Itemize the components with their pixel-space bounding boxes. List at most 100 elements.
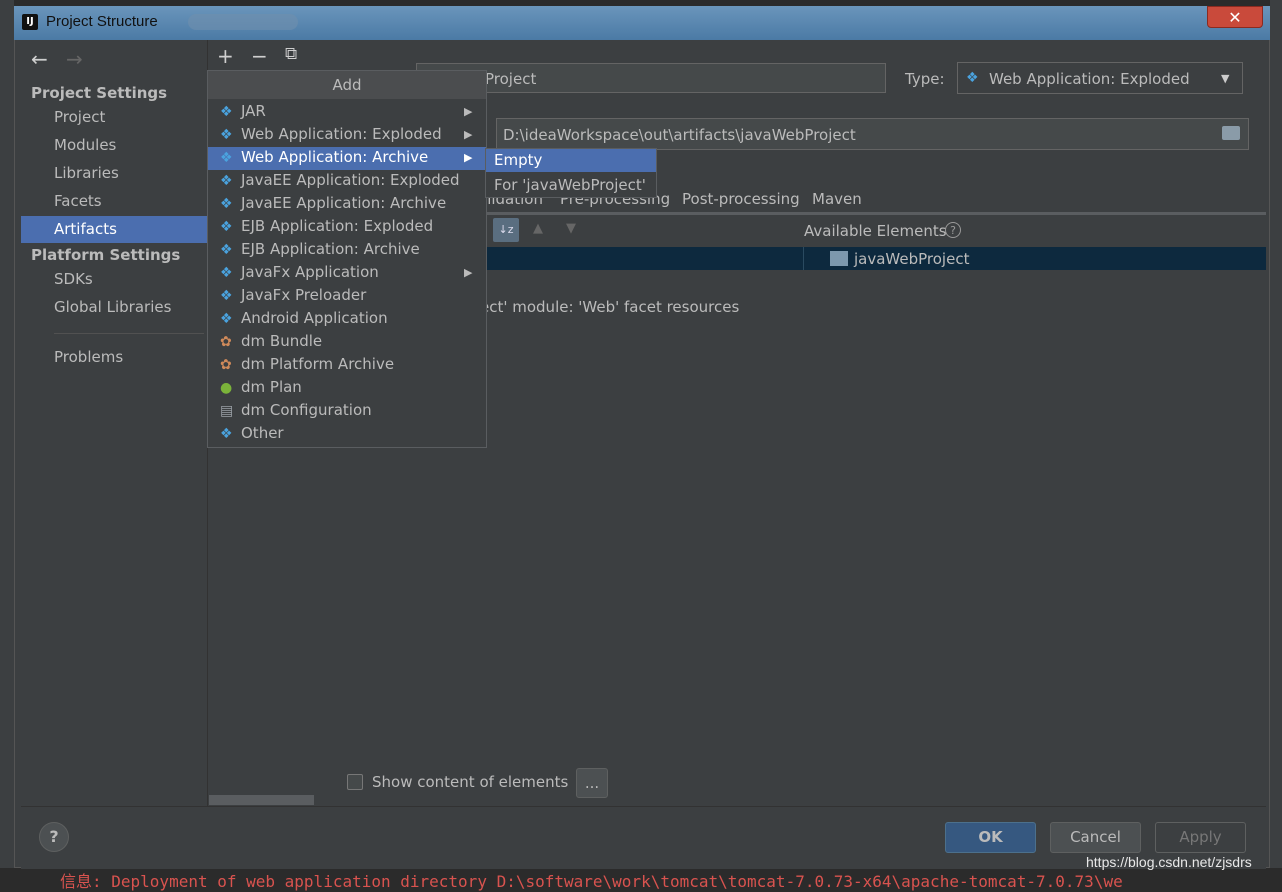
ejb-exploded-icon: ❖ xyxy=(220,219,233,235)
type-dropdown-value: Web Application: Exploded xyxy=(989,70,1190,88)
dm-bundle-icon: ✿ xyxy=(220,334,232,350)
module-folder-icon xyxy=(830,251,848,266)
add-menu-item-label: JavaFx Application xyxy=(241,263,379,281)
more-options-button[interactable]: ... xyxy=(576,768,608,798)
sidebar-item-problems[interactable]: Problems xyxy=(54,348,123,366)
add-menu-item[interactable]: ❖ EJB Application: Archive xyxy=(208,239,486,262)
submenu-arrow-icon: ▶ xyxy=(464,266,473,279)
add-menu-item[interactable]: ❖ JavaEE Application: Exploded xyxy=(208,170,486,193)
javafx-preloader-icon: ❖ xyxy=(220,288,233,304)
add-menu-item[interactable]: ❖ Web Application: Exploded ▶ xyxy=(208,124,486,147)
move-up-icon[interactable]: ▲ xyxy=(533,221,543,236)
sidebar-item-modules[interactable]: Modules xyxy=(54,136,116,154)
tree-divider xyxy=(803,247,804,270)
browse-folder-icon[interactable] xyxy=(1222,126,1240,140)
module-name[interactable]: javaWebProject xyxy=(854,250,969,268)
sidebar-item-sdks[interactable]: SDKs xyxy=(54,270,93,288)
add-menu-item-label: dm Bundle xyxy=(241,332,323,350)
javafx-icon: ❖ xyxy=(220,265,233,281)
add-menu-title: Add xyxy=(208,71,486,99)
add-menu-item-label: EJB Application: Archive xyxy=(241,240,420,258)
sidebar-item-project[interactable]: Project xyxy=(54,108,105,126)
submenu-arrow-icon: ▶ xyxy=(464,151,473,164)
add-menu-item[interactable]: ❖ Android Application xyxy=(208,308,486,331)
sidebar-item-artifacts[interactable]: Artifacts xyxy=(54,220,117,238)
move-down-icon[interactable]: ▼ xyxy=(566,221,576,236)
add-artifact-button[interactable]: + xyxy=(217,44,234,68)
type-label: Type: xyxy=(905,70,945,88)
help-icon[interactable]: ? xyxy=(945,222,961,238)
add-menu-item-label: JavaFx Preloader xyxy=(241,286,367,304)
web-app-icon: ❖ xyxy=(966,70,979,86)
submenu-arrow-icon: ▶ xyxy=(464,128,473,141)
dm-platform-icon: ✿ xyxy=(220,357,232,373)
output-directory-value: D:\ideaWorkspace\out\artifacts\javaWebPr… xyxy=(503,126,856,144)
facet-resources-item[interactable]: ect' module: 'Web' facet resources xyxy=(480,298,739,316)
back-arrow-icon[interactable]: ← xyxy=(31,47,48,71)
submenu-item-label: For 'javaWebProject' xyxy=(494,176,646,194)
close-icon: ✕ xyxy=(1228,8,1242,27)
jar-icon: ❖ xyxy=(220,104,233,120)
add-menu-item[interactable]: ❖ Other xyxy=(208,423,486,446)
window-title: Project Structure xyxy=(46,13,158,30)
ejb-archive-icon: ❖ xyxy=(220,242,233,258)
remove-artifact-button[interactable]: − xyxy=(251,44,268,68)
show-content-label: Show content of elements xyxy=(372,773,569,791)
console-log-line: 信息: Deployment of web application direct… xyxy=(60,872,1123,891)
sidebar-item-global-libraries[interactable]: Global Libraries xyxy=(54,298,171,316)
available-elements-label: Available Elements xyxy=(804,222,947,240)
add-menu-item[interactable]: ✿ dm Platform Archive xyxy=(208,354,486,377)
submenu-item-empty[interactable]: Empty xyxy=(486,149,656,172)
apply-button[interactable]: Apply xyxy=(1155,822,1246,853)
add-menu-item-label: Web Application: Archive xyxy=(241,148,429,166)
watermark-url: https://blog.csdn.net/zjsdrs xyxy=(1086,854,1252,870)
add-menu-item[interactable]: ❖ JAR ▶ xyxy=(208,101,486,124)
horizontal-scrollbar[interactable] xyxy=(209,795,314,805)
ok-button[interactable]: OK xyxy=(945,822,1036,853)
sort-az-button[interactable]: ↓z xyxy=(493,218,519,242)
android-icon: ❖ xyxy=(220,311,233,327)
javaee-exploded-icon: ❖ xyxy=(220,173,233,189)
tab-post-processing[interactable]: Post-processing xyxy=(682,190,800,208)
artifact-name-value: Project xyxy=(485,70,537,88)
dm-config-icon: ▤ xyxy=(220,403,234,419)
submenu-item-label: Empty xyxy=(494,151,543,169)
show-content-checkbox[interactable] xyxy=(347,774,363,790)
web-archive-icon: ❖ xyxy=(220,150,233,166)
settings-sidebar xyxy=(21,40,207,806)
add-menu-item[interactable]: ❖ EJB Application: Exploded xyxy=(208,216,486,239)
add-menu-item[interactable]: ● dm Plan xyxy=(208,377,486,400)
project-settings-heading: Project Settings xyxy=(31,84,168,102)
submenu-item-for-project[interactable]: For 'javaWebProject' xyxy=(486,174,656,197)
add-menu-item-label: dm Platform Archive xyxy=(241,355,395,373)
javaee-archive-icon: ❖ xyxy=(220,196,233,212)
platform-settings-heading: Platform Settings xyxy=(31,246,181,264)
forward-arrow-icon[interactable]: → xyxy=(66,47,83,71)
submenu-arrow-icon: ▶ xyxy=(464,105,473,118)
add-menu-item[interactable]: ❖ JavaFx Application ▶ xyxy=(208,262,486,285)
sidebar-item-libraries[interactable]: Libraries xyxy=(54,164,119,182)
add-menu-item-label: Android Application xyxy=(241,309,388,327)
add-menu-item-label: dm Plan xyxy=(241,378,302,396)
sidebar-item-facets[interactable]: Facets xyxy=(54,192,102,210)
add-menu-item-label: EJB Application: Exploded xyxy=(241,217,434,235)
chevron-down-icon: ▼ xyxy=(1221,72,1230,85)
add-menu-item[interactable]: ❖ JavaEE Application: Archive xyxy=(208,193,486,216)
copy-artifact-button[interactable]: ⧉ xyxy=(285,44,297,64)
tab-maven[interactable]: Maven xyxy=(812,190,862,208)
help-button[interactable]: ? xyxy=(39,822,69,852)
sidebar-divider xyxy=(54,333,204,334)
close-button[interactable]: ✕ xyxy=(1207,6,1263,28)
add-menu-item-label: JavaEE Application: Exploded xyxy=(241,171,460,189)
add-menu-item-label: dm Configuration xyxy=(241,401,372,419)
add-menu-item[interactable]: ❖ JavaFx Preloader xyxy=(208,285,486,308)
ide-background-right xyxy=(1270,0,1282,882)
add-menu-item[interactable]: ❖ Web Application: Archive ▶ xyxy=(208,147,486,170)
web-exploded-icon: ❖ xyxy=(220,127,233,143)
add-menu-item[interactable]: ✿ dm Bundle xyxy=(208,331,486,354)
dm-plan-icon: ● xyxy=(220,380,233,396)
ide-background-left xyxy=(0,0,14,882)
add-menu-item-label: Other xyxy=(241,424,284,442)
add-menu-item[interactable]: ▤ dm Configuration xyxy=(208,400,486,423)
cancel-button[interactable]: Cancel xyxy=(1050,822,1141,853)
